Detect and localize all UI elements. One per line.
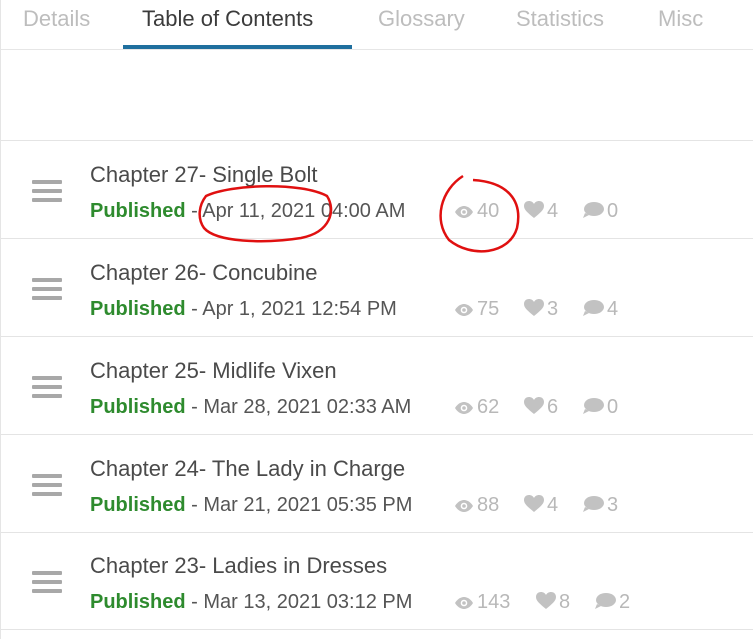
eye-icon	[454, 494, 477, 516]
drag-handle-icon[interactable]	[32, 180, 62, 204]
views-stat: 88	[454, 494, 499, 517]
chapter-row[interactable]: Chapter 24- The Lady in Charge Published …	[1, 436, 753, 532]
tab-bar: Details Table of Contents Glossary Stati…	[1, 0, 753, 50]
status-badge: Published	[90, 396, 186, 418]
chapter-row[interactable]: Chapter 23- Ladies in Dresses Published -…	[1, 533, 753, 629]
comments-count: 0	[607, 200, 619, 222]
likes-stat: 3	[524, 298, 558, 321]
publish-date: Mar 21, 2021 05:35 PM	[203, 494, 413, 516]
comment-icon	[582, 298, 607, 320]
chapter-meta: Published - Mar 21, 2021 05:35 PM	[90, 494, 412, 517]
views-count: 62	[477, 396, 500, 418]
chapter-row[interactable]: Chapter 25- Midlife Vixen Published - Mar…	[1, 338, 753, 434]
status-badge: Published	[90, 200, 186, 222]
publish-date: Mar 28, 2021 02:33 AM	[203, 396, 412, 418]
comments-stat: 0	[582, 396, 618, 419]
chapter-title[interactable]: Chapter 25- Midlife Vixen	[90, 358, 337, 384]
likes-count: 6	[547, 396, 559, 418]
chapter-meta: Published - Apr 1, 2021 12:54 PM	[90, 298, 397, 321]
chapter-meta: Published - Mar 28, 2021 02:33 AM	[90, 396, 411, 419]
status-badge: Published	[90, 591, 186, 613]
likes-count: 4	[547, 494, 559, 516]
likes-count: 4	[547, 200, 559, 222]
comments-count: 4	[607, 298, 619, 320]
comment-icon	[582, 494, 607, 516]
comments-count: 0	[607, 396, 619, 418]
publish-date: Apr 1, 2021 12:54 PM	[202, 298, 397, 320]
likes-stat: 4	[524, 494, 558, 517]
chapter-meta: Published - Mar 13, 2021 03:12 PM	[90, 591, 412, 614]
row-divider	[1, 434, 753, 435]
heart-icon	[524, 298, 547, 320]
comment-icon	[582, 200, 607, 222]
list-top-divider	[1, 140, 753, 141]
drag-handle-icon[interactable]	[32, 571, 62, 595]
chapter-title[interactable]: Chapter 27- Single Bolt	[90, 162, 317, 188]
chapter-meta: Published - Apr 11, 2021 04:00 AM	[90, 200, 405, 223]
views-count: 88	[477, 494, 500, 516]
active-tab-indicator	[123, 45, 352, 49]
heart-icon	[524, 200, 547, 222]
meta-separator: -	[185, 200, 203, 222]
chapter-row[interactable]: Chapter 26- Concubine Published - Apr 1, …	[1, 240, 753, 336]
views-stat: 40	[454, 200, 499, 223]
publish-date: Apr 11, 2021 04:00 AM	[202, 200, 406, 222]
chapter-title[interactable]: Chapter 23- Ladies in Dresses	[90, 553, 387, 579]
publish-date: Mar 13, 2021 03:12 PM	[203, 591, 413, 613]
meta-separator: -	[185, 591, 204, 613]
views-stat: 143	[454, 591, 510, 614]
drag-handle-icon[interactable]	[32, 376, 62, 400]
heart-icon	[524, 494, 547, 516]
comments-stat: 0	[582, 200, 618, 223]
meta-separator: -	[185, 298, 203, 320]
app-frame: Details Table of Contents Glossary Stati…	[0, 0, 753, 639]
views-count: 75	[477, 298, 500, 320]
likes-stat: 8	[536, 591, 570, 614]
eye-icon	[454, 298, 477, 320]
comments-stat: 4	[582, 298, 618, 321]
chapter-title[interactable]: Chapter 24- The Lady in Charge	[90, 456, 405, 482]
status-badge: Published	[90, 298, 186, 320]
tab-statistics[interactable]: Statistics	[516, 6, 604, 32]
eye-icon	[454, 200, 477, 222]
meta-separator: -	[185, 494, 204, 516]
row-divider	[1, 629, 753, 630]
comments-count: 3	[607, 494, 619, 516]
tab-details[interactable]: Details	[23, 6, 90, 32]
meta-separator: -	[185, 396, 204, 418]
chapter-title[interactable]: Chapter 26- Concubine	[90, 260, 317, 286]
drag-handle-icon[interactable]	[32, 278, 62, 302]
eye-icon	[454, 591, 477, 613]
views-count: 40	[477, 200, 500, 222]
likes-stat: 4	[524, 200, 558, 223]
row-divider	[1, 238, 753, 239]
status-badge: Published	[90, 494, 186, 516]
tab-glossary[interactable]: Glossary	[378, 6, 465, 32]
views-count: 143	[477, 591, 511, 613]
comment-icon	[582, 396, 607, 418]
views-stat: 62	[454, 396, 499, 419]
eye-icon	[454, 396, 477, 418]
heart-icon	[524, 396, 547, 418]
comments-stat: 3	[582, 494, 618, 517]
chapter-row[interactable]: Chapter 27- Single Bolt Published - Apr 1…	[1, 142, 753, 238]
tab-table-of-contents[interactable]: Table of Contents	[142, 6, 313, 32]
comments-stat: 2	[594, 591, 630, 614]
likes-count: 8	[559, 591, 571, 613]
likes-count: 3	[547, 298, 559, 320]
views-stat: 75	[454, 298, 499, 321]
likes-stat: 6	[524, 396, 558, 419]
comment-icon	[594, 591, 619, 613]
drag-handle-icon[interactable]	[32, 474, 62, 498]
tab-misc[interactable]: Misc	[658, 6, 703, 32]
comments-count: 2	[619, 591, 631, 613]
heart-icon	[536, 591, 559, 613]
row-divider	[1, 336, 753, 337]
